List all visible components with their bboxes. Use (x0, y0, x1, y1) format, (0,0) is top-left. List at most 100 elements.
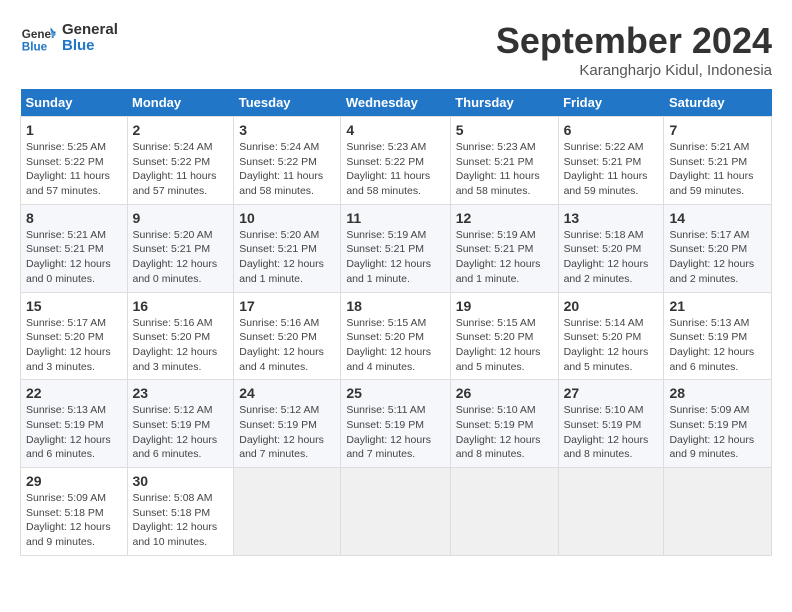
calendar-cell: 30 Sunrise: 5:08 AM Sunset: 5:18 PM Dayli… (127, 468, 234, 556)
day-number: 4 (346, 122, 444, 138)
calendar-cell: 17Sunrise: 5:16 AM Sunset: 5:20 PM Dayli… (234, 292, 341, 380)
weekday-header: Tuesday (234, 89, 341, 117)
weekday-header: Saturday (664, 89, 772, 117)
calendar-cell: 23Sunrise: 5:12 AM Sunset: 5:19 PM Dayli… (127, 380, 234, 468)
day-detail: Sunrise: 5:17 AM Sunset: 5:20 PM Dayligh… (26, 316, 122, 375)
calendar-cell: 24 Sunrise: 5:12 AM Sunset: 5:19 PM Dayli… (234, 380, 341, 468)
calendar-header-row: SundayMondayTuesdayWednesdayThursdayFrid… (21, 89, 772, 117)
day-number: 15 (26, 298, 122, 314)
calendar-cell (341, 468, 450, 556)
calendar-cell: 6 Sunrise: 5:22 AM Sunset: 5:21 PM Daylig… (558, 117, 664, 205)
day-detail: Sunrise: 5:15 AM Sunset: 5:20 PM Dayligh… (346, 316, 444, 375)
day-detail: Sunrise: 5:20 AM Sunset: 5:21 PM Dayligh… (133, 228, 229, 287)
day-number: 28 (669, 385, 766, 401)
day-detail: Sunrise: 5:08 AM Sunset: 5:18 PM Dayligh… (133, 491, 229, 550)
weekday-header: Monday (127, 89, 234, 117)
day-number: 3 (239, 122, 335, 138)
day-detail: Sunrise: 5:09 AM Sunset: 5:19 PM Dayligh… (669, 403, 766, 462)
calendar-week-row: 15 Sunrise: 5:17 AM Sunset: 5:20 PM Dayli… (21, 292, 772, 380)
calendar-cell: 25Sunrise: 5:11 AM Sunset: 5:19 PM Dayli… (341, 380, 450, 468)
day-number: 29 (26, 473, 122, 489)
weekday-header: Sunday (21, 89, 128, 117)
day-detail: Sunrise: 5:23 AM Sunset: 5:22 PM Dayligh… (346, 140, 444, 199)
day-detail: Sunrise: 5:24 AM Sunset: 5:22 PM Dayligh… (133, 140, 229, 199)
calendar-cell: 9 Sunrise: 5:20 AM Sunset: 5:21 PM Daylig… (127, 204, 234, 292)
day-number: 2 (133, 122, 229, 138)
day-detail: Sunrise: 5:23 AM Sunset: 5:21 PM Dayligh… (456, 140, 553, 199)
weekday-header: Wednesday (341, 89, 450, 117)
calendar-cell: 15 Sunrise: 5:17 AM Sunset: 5:20 PM Dayli… (21, 292, 128, 380)
page-header: General Blue General Blue September 2024… (20, 20, 772, 79)
calendar-cell: 28 Sunrise: 5:09 AM Sunset: 5:19 PM Dayli… (664, 380, 772, 468)
calendar-week-row: 1 Sunrise: 5:25 AM Sunset: 5:22 PM Daylig… (21, 117, 772, 205)
day-number: 16 (133, 298, 229, 314)
day-detail: Sunrise: 5:12 AM Sunset: 5:19 PM Dayligh… (133, 403, 229, 462)
day-detail: Sunrise: 5:18 AM Sunset: 5:20 PM Dayligh… (564, 228, 659, 287)
calendar-cell: 7Sunrise: 5:21 AM Sunset: 5:21 PM Daylig… (664, 117, 772, 205)
location-subtitle: Karangharjo Kidul, Indonesia (496, 62, 772, 79)
calendar-cell: 12 Sunrise: 5:19 AM Sunset: 5:21 PM Dayli… (450, 204, 558, 292)
day-detail: Sunrise: 5:21 AM Sunset: 5:21 PM Dayligh… (26, 228, 122, 287)
day-number: 11 (346, 210, 444, 226)
calendar-cell: 1 Sunrise: 5:25 AM Sunset: 5:22 PM Daylig… (21, 117, 128, 205)
day-detail: Sunrise: 5:12 AM Sunset: 5:19 PM Dayligh… (239, 403, 335, 462)
calendar-cell: 11Sunrise: 5:19 AM Sunset: 5:21 PM Dayli… (341, 204, 450, 292)
day-number: 19 (456, 298, 553, 314)
calendar-cell: 19 Sunrise: 5:15 AM Sunset: 5:20 PM Dayli… (450, 292, 558, 380)
calendar-cell (234, 468, 341, 556)
day-number: 8 (26, 210, 122, 226)
day-number: 18 (346, 298, 444, 314)
day-detail: Sunrise: 5:16 AM Sunset: 5:20 PM Dayligh… (239, 316, 335, 375)
calendar-week-row: 8 Sunrise: 5:21 AM Sunset: 5:21 PM Daylig… (21, 204, 772, 292)
day-detail: Sunrise: 5:13 AM Sunset: 5:19 PM Dayligh… (669, 316, 766, 375)
day-detail: Sunrise: 5:20 AM Sunset: 5:21 PM Dayligh… (239, 228, 335, 287)
calendar-cell: 14Sunrise: 5:17 AM Sunset: 5:20 PM Dayli… (664, 204, 772, 292)
title-block: September 2024 Karangharjo Kidul, Indone… (496, 20, 772, 79)
day-detail: Sunrise: 5:21 AM Sunset: 5:21 PM Dayligh… (669, 140, 766, 199)
day-number: 12 (456, 210, 553, 226)
day-number: 6 (564, 122, 659, 138)
calendar-cell: 10 Sunrise: 5:20 AM Sunset: 5:21 PM Dayli… (234, 204, 341, 292)
calendar-cell: 21 Sunrise: 5:13 AM Sunset: 5:19 PM Dayli… (664, 292, 772, 380)
day-detail: Sunrise: 5:10 AM Sunset: 5:19 PM Dayligh… (456, 403, 553, 462)
day-detail: Sunrise: 5:24 AM Sunset: 5:22 PM Dayligh… (239, 140, 335, 199)
day-detail: Sunrise: 5:10 AM Sunset: 5:19 PM Dayligh… (564, 403, 659, 462)
day-detail: Sunrise: 5:15 AM Sunset: 5:20 PM Dayligh… (456, 316, 553, 375)
calendar-cell (558, 468, 664, 556)
calendar-cell: 16 Sunrise: 5:16 AM Sunset: 5:20 PM Dayli… (127, 292, 234, 380)
day-detail: Sunrise: 5:14 AM Sunset: 5:20 PM Dayligh… (564, 316, 659, 375)
day-number: 9 (133, 210, 229, 226)
day-number: 22 (26, 385, 122, 401)
calendar-cell: 29 Sunrise: 5:09 AM Sunset: 5:18 PM Dayli… (21, 468, 128, 556)
day-detail: Sunrise: 5:16 AM Sunset: 5:20 PM Dayligh… (133, 316, 229, 375)
month-title: September 2024 (496, 20, 772, 62)
calendar-cell: 4 Sunrise: 5:23 AM Sunset: 5:22 PM Daylig… (341, 117, 450, 205)
logo-general: General (62, 22, 118, 39)
calendar-table: SundayMondayTuesdayWednesdayThursdayFrid… (20, 89, 772, 556)
calendar-cell: 8 Sunrise: 5:21 AM Sunset: 5:21 PM Daylig… (21, 204, 128, 292)
day-detail: Sunrise: 5:22 AM Sunset: 5:21 PM Dayligh… (564, 140, 659, 199)
day-number: 13 (564, 210, 659, 226)
day-number: 26 (456, 385, 553, 401)
logo-blue: Blue (62, 38, 118, 55)
day-number: 10 (239, 210, 335, 226)
calendar-cell: 20Sunrise: 5:14 AM Sunset: 5:20 PM Dayli… (558, 292, 664, 380)
day-number: 21 (669, 298, 766, 314)
calendar-week-row: 22Sunrise: 5:13 AM Sunset: 5:19 PM Dayli… (21, 380, 772, 468)
calendar-cell: 22Sunrise: 5:13 AM Sunset: 5:19 PM Dayli… (21, 380, 128, 468)
day-number: 24 (239, 385, 335, 401)
calendar-cell: 27 Sunrise: 5:10 AM Sunset: 5:19 PM Dayli… (558, 380, 664, 468)
calendar-cell: 2 Sunrise: 5:24 AM Sunset: 5:22 PM Daylig… (127, 117, 234, 205)
day-detail: Sunrise: 5:25 AM Sunset: 5:22 PM Dayligh… (26, 140, 122, 199)
day-number: 27 (564, 385, 659, 401)
logo-icon: General Blue (20, 20, 56, 56)
calendar-cell: 13 Sunrise: 5:18 AM Sunset: 5:20 PM Dayli… (558, 204, 664, 292)
day-number: 30 (133, 473, 229, 489)
calendar-cell: 3 Sunrise: 5:24 AM Sunset: 5:22 PM Daylig… (234, 117, 341, 205)
day-number: 5 (456, 122, 553, 138)
day-number: 14 (669, 210, 766, 226)
day-detail: Sunrise: 5:19 AM Sunset: 5:21 PM Dayligh… (456, 228, 553, 287)
logo: General Blue General Blue (20, 20, 118, 56)
day-detail: Sunrise: 5:09 AM Sunset: 5:18 PM Dayligh… (26, 491, 122, 550)
day-number: 1 (26, 122, 122, 138)
